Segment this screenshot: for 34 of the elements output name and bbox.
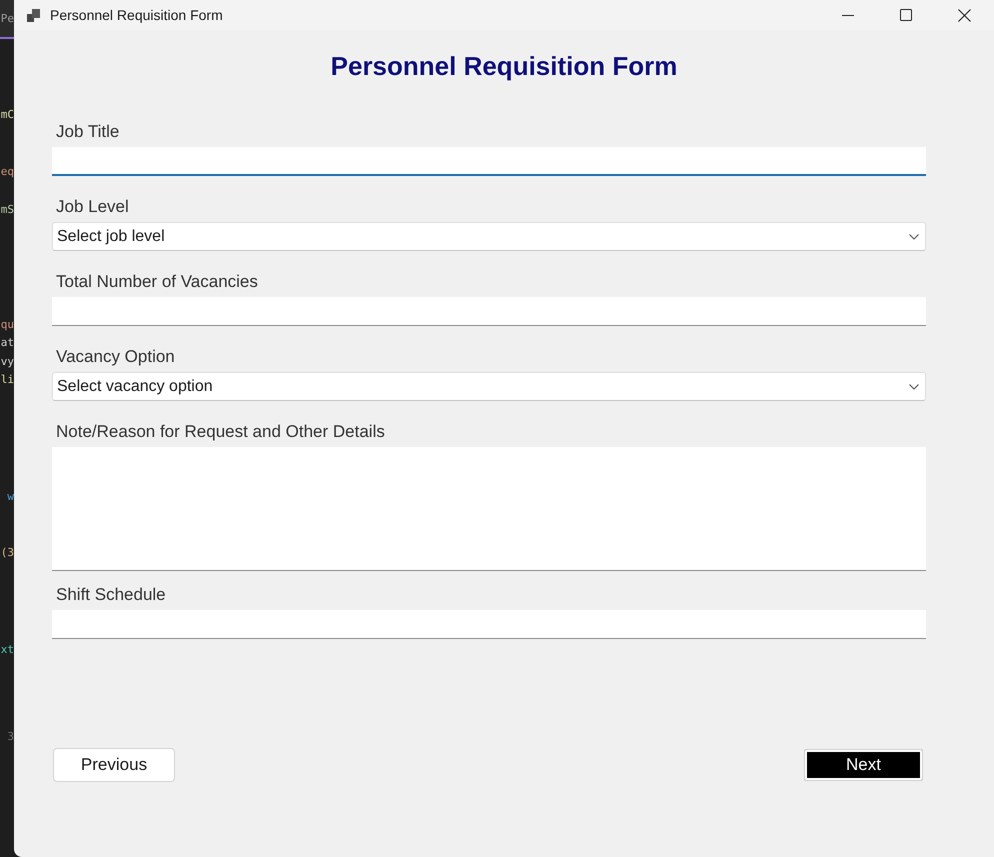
close-icon <box>958 8 970 22</box>
previous-button[interactable]: Previous <box>53 748 175 782</box>
text-area-field[interactable] <box>52 447 926 571</box>
code-text: at <box>0 335 14 351</box>
stacked-squares-icon <box>27 8 40 22</box>
dropdown-field[interactable]: Select vacancy option <box>52 372 926 401</box>
code-text: vy <box>0 354 14 370</box>
code-text: li <box>0 372 14 388</box>
text-input[interactable] <box>52 147 926 176</box>
field-label: Job Title <box>56 122 120 142</box>
code-text: mC <box>0 107 14 123</box>
window-title: Personnel Requisition Form <box>50 7 223 23</box>
next-button[interactable]: Next <box>804 749 923 781</box>
code-text: w <box>7 489 14 505</box>
field-label: Job Level <box>56 197 129 217</box>
code-text: xt <box>0 642 14 658</box>
code-text: 3 <box>7 729 14 745</box>
maximize-icon <box>900 9 912 21</box>
code-text: (3 <box>0 545 14 561</box>
dropdown-field[interactable]: Select job level <box>52 222 926 251</box>
code-text: mS <box>0 202 14 218</box>
code-text: qu <box>0 317 14 333</box>
text-input[interactable] <box>52 297 926 326</box>
editor-tab[interactable]: Pe <box>0 0 14 39</box>
code-text: eq <box>0 164 14 180</box>
chevron-down-icon <box>909 384 919 390</box>
field-label: Vacancy Option <box>56 347 175 367</box>
form-heading: Personnel Requisition Form <box>330 50 678 82</box>
chevron-down-icon <box>909 234 919 240</box>
text-input[interactable] <box>52 610 926 639</box>
minimize-icon <box>842 14 854 16</box>
field-label: Shift Schedule <box>56 585 166 605</box>
field-label: Note/Reason for Request and Other Details <box>56 422 385 442</box>
field-label: Total Number of Vacancies <box>56 272 258 292</box>
